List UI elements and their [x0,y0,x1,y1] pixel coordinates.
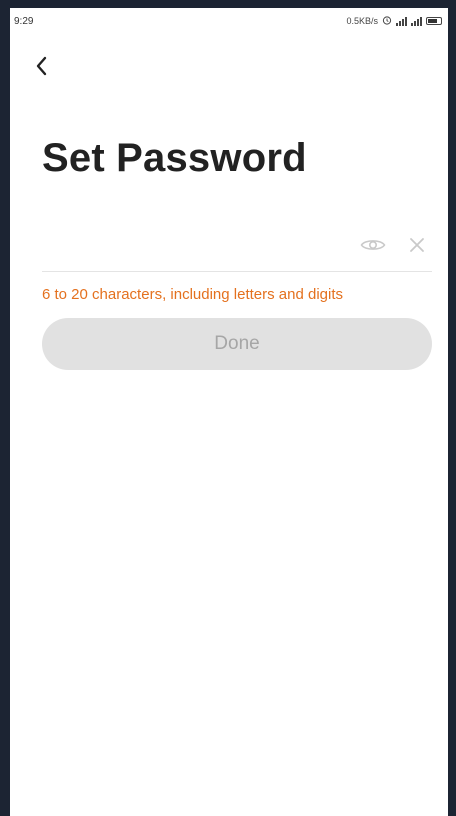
app-screen: 9:29 0.5KB/s Set Password 6 to 20 charac… [10,8,448,816]
status-bar: 9:29 0.5KB/s [10,8,448,34]
page-title: Set Password [42,136,307,180]
signal-icon [396,16,407,26]
device-frame: 9:29 0.5KB/s Set Password 6 to 20 charac… [0,0,456,816]
chevron-left-icon [36,56,47,76]
status-indicators: 0.5KB/s [346,15,442,27]
done-button[interactable]: Done [42,318,432,370]
show-password-toggle[interactable] [358,233,388,257]
network-speed: 0.5KB/s [346,16,378,26]
password-input[interactable] [42,228,346,264]
status-time: 9:29 [14,15,34,27]
alarm-icon [382,15,392,27]
back-button[interactable] [28,52,56,80]
signal-icon-2 [411,16,422,26]
battery-icon [426,17,442,25]
password-hint: 6 to 20 characters, including letters an… [42,286,344,303]
close-icon [410,238,424,252]
clear-button[interactable] [404,232,430,258]
password-field-row [42,220,432,272]
eye-icon [360,240,386,250]
